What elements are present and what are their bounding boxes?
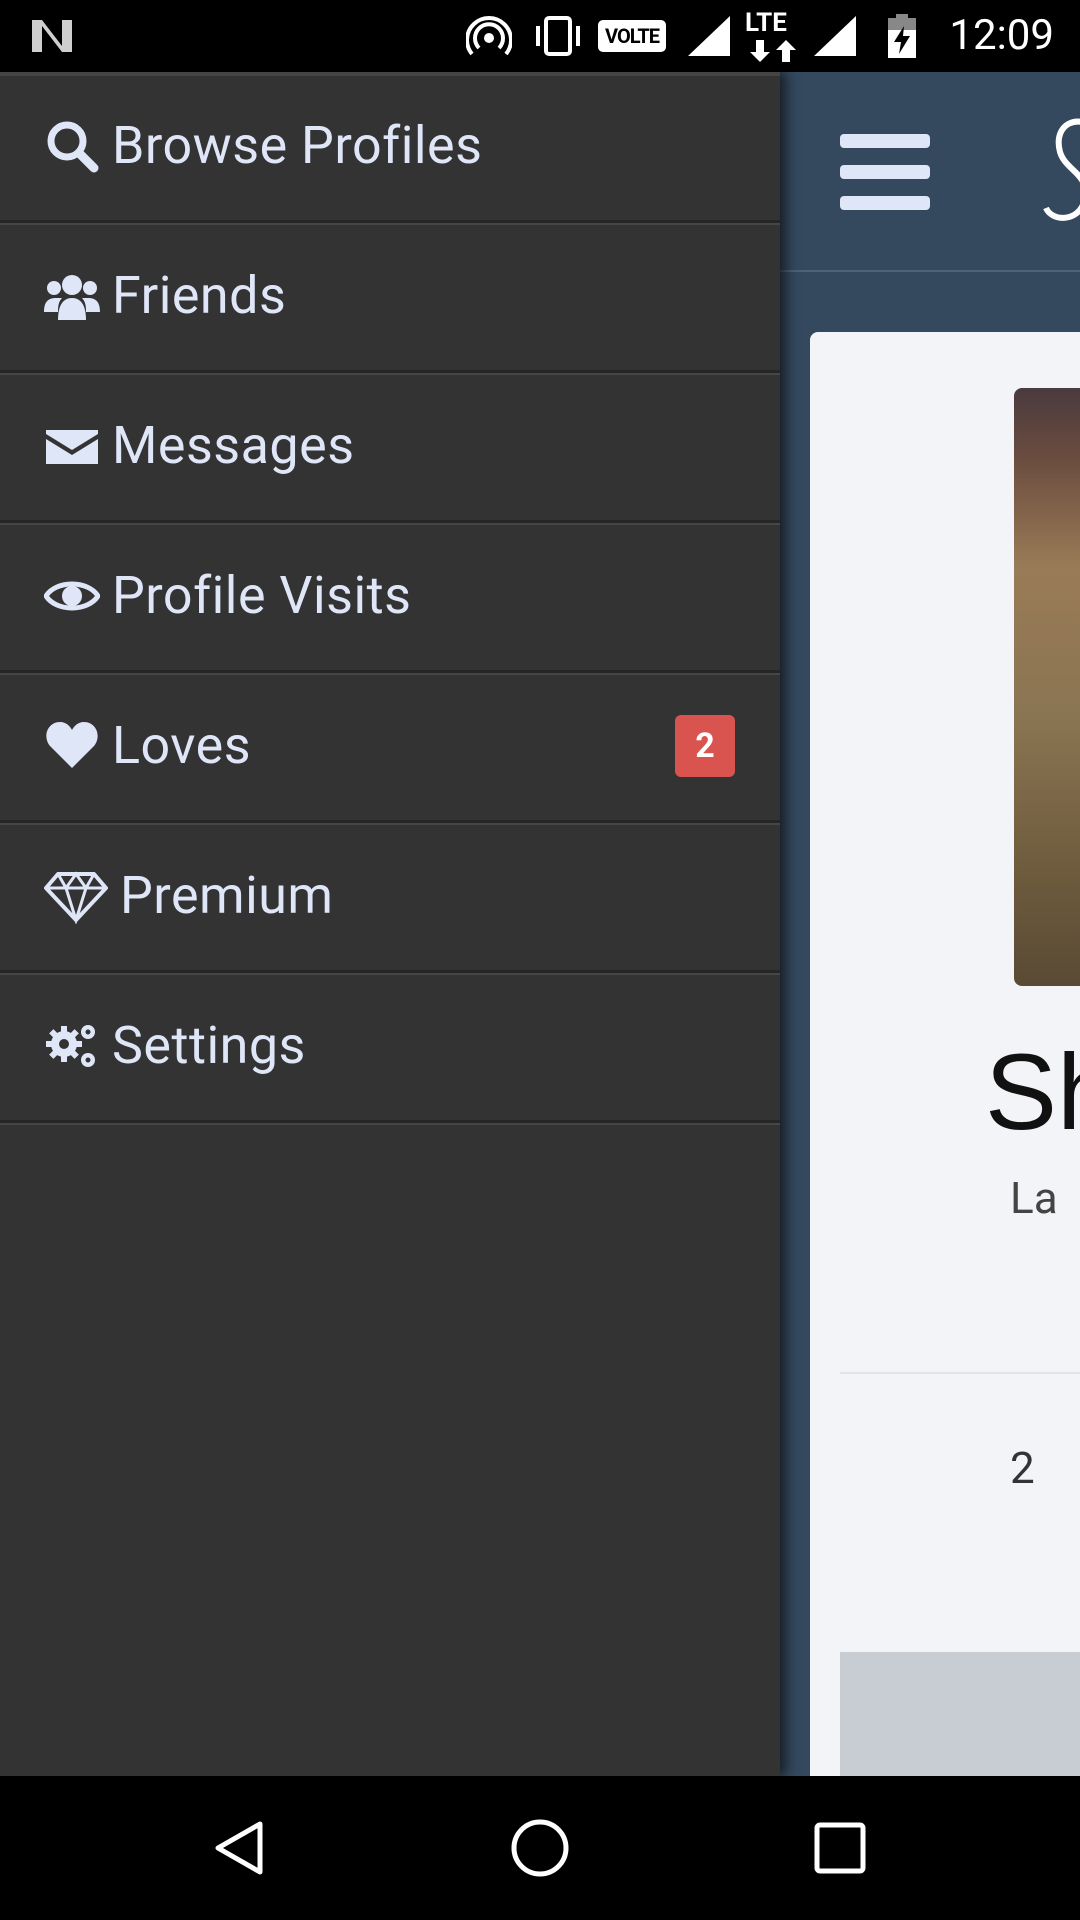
hotspot-icon [466,16,512,56]
users-icon [44,268,100,324]
menu-toggle-button[interactable] [840,134,930,210]
nav-drawer: Browse Profiles Friends Messages Profile… [0,72,780,1776]
system-nav-bar [0,1776,1080,1920]
drawer-item-premium[interactable]: Premium [0,822,780,973]
drawer-item-label: Browse Profiles [112,115,483,176]
drawer-item-label: Messages [112,415,355,476]
envelope-icon [44,418,100,474]
profile-name: Sh [985,1031,1080,1152]
drawer-item-settings[interactable]: Settings [0,972,780,1123]
status-bar: VOLTE LTE 12:09 [0,0,1080,72]
diamond-icon [44,868,108,924]
profile-location: La [1010,1172,1058,1224]
app-logo [1043,118,1080,221]
battery-charging-icon [888,14,916,58]
hamburger-line [840,134,930,148]
data-arrows-icon [750,40,796,62]
divider [840,1372,1080,1374]
n-logo-icon [32,20,72,52]
hamburger-line [840,165,930,179]
drawer-item-friends[interactable]: Friends [0,222,780,373]
signal-icon [688,16,730,56]
heart-icon [44,718,100,774]
hamburger-line [840,196,930,210]
drawer-item-label: Settings [112,1015,306,1076]
eye-icon [44,568,100,624]
drawer-item-profile-visits[interactable]: Profile Visits [0,522,780,673]
profile-photo[interactable] [1014,388,1080,986]
profile-card: Sh La 2 [810,332,1080,1776]
clock: 12:09 [949,11,1054,60]
main-content: Sh La 2 [780,72,1080,1776]
app-header [780,72,1080,272]
loves-count-badge: 2 [675,715,735,777]
lte-label: LTE [745,8,787,38]
vibrate-icon [536,16,580,56]
search-icon [44,118,100,174]
drawer-item-label: Premium [120,865,334,926]
drawer-item-label: Loves [112,715,252,776]
drawer-item-label: Profile Visits [112,565,412,626]
drawer-item-loves[interactable]: Loves 2 [0,672,780,823]
profile-stat: 2 [1010,1442,1035,1494]
back-icon[interactable] [210,1818,270,1878]
signal-icon [814,16,856,56]
recents-icon[interactable] [810,1818,870,1878]
drawer-item-browse-profiles[interactable]: Browse Profiles [0,72,780,223]
drawer-item-label: Friends [112,265,287,326]
volte-badge: VOLTE [598,20,666,52]
home-icon[interactable] [510,1818,570,1878]
drawer-item-messages[interactable]: Messages [0,372,780,523]
profile-section [840,1652,1080,1776]
gears-icon [44,1018,100,1074]
